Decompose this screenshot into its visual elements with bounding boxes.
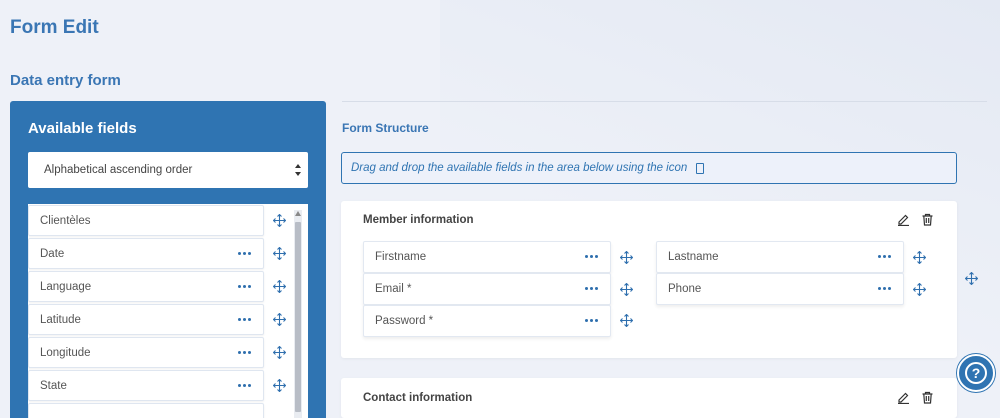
trash-icon[interactable] (921, 213, 934, 226)
list-item[interactable]: Clientèles (28, 205, 264, 236)
sort-order-select[interactable]: Alphabetical ascending order (28, 152, 308, 188)
edit-icon[interactable] (897, 213, 910, 226)
structure-field-email[interactable]: Email * (363, 273, 611, 305)
sort-order-value: Alphabetical ascending order (44, 164, 193, 176)
more-options-icon[interactable] (878, 255, 892, 259)
move-icon[interactable] (273, 280, 286, 293)
field-label: State (40, 380, 67, 392)
section-title: Data entry form (10, 72, 121, 89)
field-label: Phone (668, 283, 702, 295)
move-icon[interactable] (273, 379, 286, 392)
list-item[interactable]: Date (28, 238, 264, 269)
list-item[interactable]: State (28, 370, 264, 401)
field-label: Email * (375, 283, 412, 295)
fields-scrollbar[interactable] (294, 210, 302, 418)
scroll-up-icon[interactable] (295, 211, 301, 216)
drag-handle-icon (696, 163, 704, 174)
structure-field-phone[interactable]: Phone (656, 273, 904, 305)
field-label: Firstname (375, 251, 427, 263)
more-options-icon[interactable] (585, 287, 599, 291)
help-button[interactable]: ? (957, 354, 995, 392)
group-card-member-information: Member information Firstname Email * Pas… (341, 201, 957, 358)
more-options-icon[interactable] (878, 287, 892, 291)
group-title: Contact information (363, 392, 473, 404)
more-options-icon[interactable] (238, 351, 252, 355)
more-options-icon[interactable] (238, 318, 252, 322)
field-label: Longitude (40, 347, 91, 359)
move-icon[interactable] (273, 247, 286, 260)
move-icon[interactable] (620, 314, 633, 327)
select-arrows-icon (295, 164, 301, 176)
list-item[interactable]: Latitude (28, 304, 264, 335)
list-item[interactable] (28, 403, 264, 418)
more-options-icon[interactable] (238, 384, 252, 388)
more-options-icon[interactable] (585, 319, 599, 323)
move-icon[interactable] (273, 313, 286, 326)
field-label: Latitude (40, 314, 81, 326)
scrollbar-thumb[interactable] (295, 222, 301, 412)
group-move-icon[interactable] (965, 272, 978, 285)
more-options-icon[interactable] (585, 255, 599, 259)
move-icon[interactable] (273, 214, 286, 227)
more-options-icon[interactable] (238, 285, 252, 289)
divider (342, 101, 987, 102)
structure-field-password[interactable]: Password * (363, 305, 611, 337)
edit-icon[interactable] (897, 391, 910, 404)
trash-icon[interactable] (921, 391, 934, 404)
field-label: Language (40, 281, 92, 293)
list-item[interactable]: Language (28, 271, 264, 302)
hint-text: Drag and drop the available fields in th… (351, 162, 688, 174)
move-icon[interactable] (273, 346, 286, 359)
structure-field-firstname[interactable]: Firstname (363, 241, 611, 273)
help-icon: ? (965, 362, 987, 384)
field-label: Password * (375, 315, 434, 327)
structure-field-lastname[interactable]: Lastname (656, 241, 904, 273)
move-icon[interactable] (620, 251, 633, 264)
drag-drop-hint: Drag and drop the available fields in th… (341, 152, 957, 184)
group-card-contact-information: Contact information (341, 378, 957, 418)
field-label: Clientèles (40, 215, 91, 227)
field-label: Date (40, 248, 65, 260)
page-title: Form Edit (10, 17, 99, 38)
field-label: Lastname (668, 251, 719, 263)
group-title: Member information (363, 214, 474, 226)
form-structure-title: Form Structure (342, 121, 429, 135)
list-item[interactable]: Longitude (28, 337, 264, 368)
move-icon[interactable] (913, 283, 926, 296)
available-fields-title: Available fields (28, 120, 137, 137)
more-options-icon[interactable] (238, 252, 252, 256)
available-fields-list: Clientèles Date Language Latitude Longit… (28, 204, 308, 418)
move-icon[interactable] (913, 251, 926, 264)
move-icon[interactable] (620, 283, 633, 296)
available-fields-panel: Available fields Alphabetical ascending … (10, 101, 326, 418)
